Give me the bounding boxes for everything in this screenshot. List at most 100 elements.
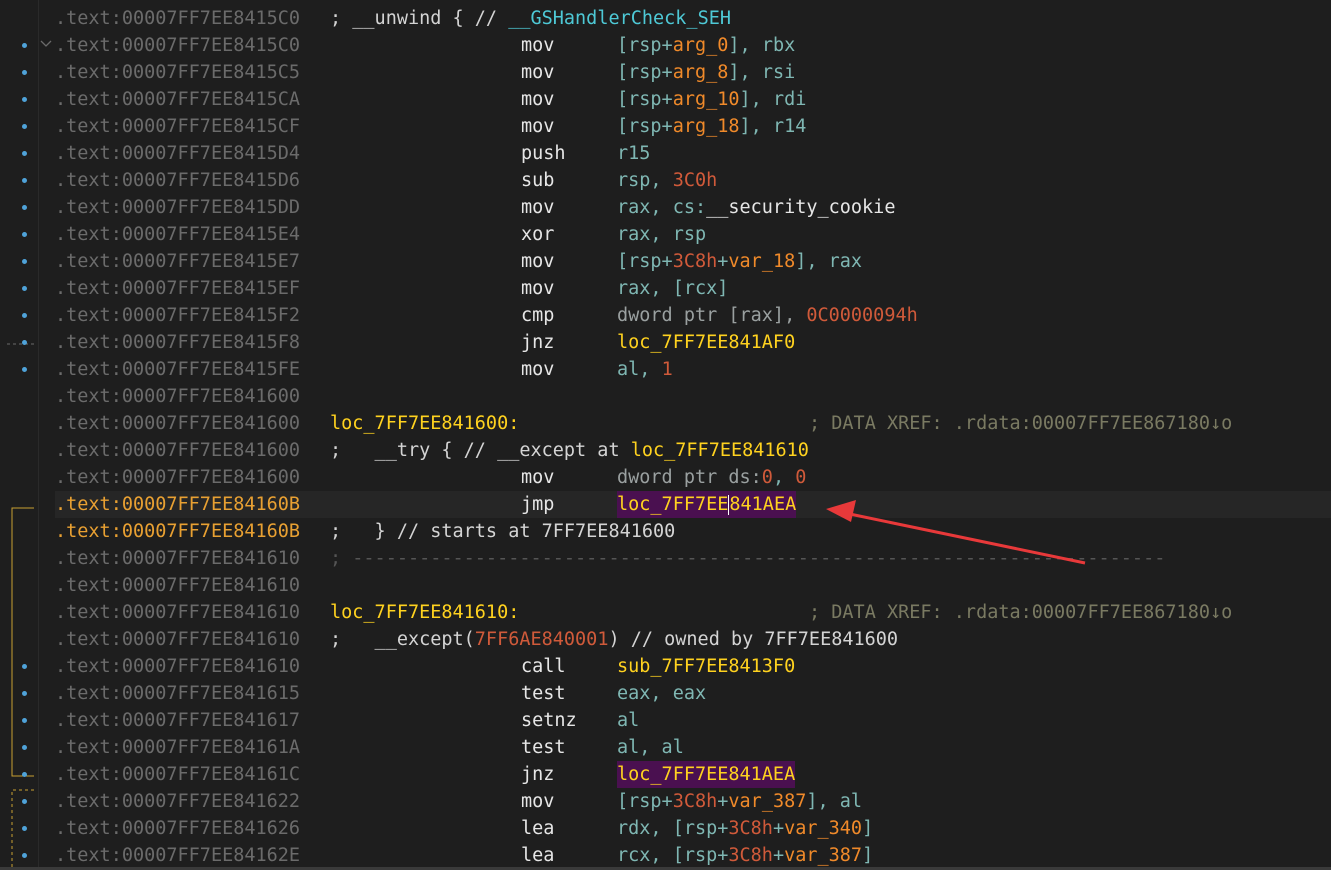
operands[interactable]: rdx, [rsp+3C8h+var_340] <box>617 815 873 842</box>
breakpoint-dot-icon[interactable] <box>22 367 27 372</box>
breakpoint-dot-icon[interactable] <box>22 124 27 129</box>
instruction-address[interactable]: 00007FF7EE84160B <box>122 518 300 545</box>
instruction-address[interactable]: 00007FF7EE8415CA <box>122 86 300 113</box>
listing-line[interactable]: .text:00007FF7EE841610 ; ----------------… <box>55 545 1331 572</box>
listing-line[interactable]: .text:00007FF7EE8415C0 mov [rsp+arg_0], rb… <box>55 32 1331 59</box>
listing-line[interactable]: .text:00007FF7EE8415C5 mov [rsp+arg_8], rs… <box>55 59 1331 86</box>
listing-line[interactable]: .text:00007FF7EE8415D4 push r15 <box>55 140 1331 167</box>
operands[interactable]: rax, cs:__security_cookie <box>617 194 895 221</box>
instruction-address[interactable]: 00007FF7EE841600 <box>122 383 300 410</box>
mnemonic[interactable]: mov <box>521 356 554 383</box>
listing-line[interactable]: .text:00007FF7EE8415C0 ; __unwind { // __… <box>55 5 1331 32</box>
operand-token[interactable]: loc_7FF7EE841AEA <box>617 491 797 518</box>
collapse-chevron-icon[interactable] <box>40 40 52 48</box>
instruction-address[interactable]: 00007FF7EE841600 <box>122 410 300 437</box>
instruction-address[interactable]: 00007FF7EE84160B <box>122 491 300 518</box>
operands[interactable]: rax, rsp <box>617 221 706 248</box>
listing-line[interactable]: .text:00007FF7EE84160B ; } // starts at 7… <box>55 518 1331 545</box>
listing-line[interactable]: .text:00007FF7EE84161A test al, al <box>55 734 1331 761</box>
mnemonic[interactable]: push <box>521 140 566 167</box>
operands[interactable]: rax, [rcx] <box>617 275 728 302</box>
listing-line[interactable]: .text:00007FF7EE8415F2 cmp dword ptr [rax]… <box>55 302 1331 329</box>
operands[interactable]: [rsp+arg_8], rsi <box>617 59 795 86</box>
listing-line[interactable]: .text:00007FF7EE841622 mov [rsp+3C8h+var_3… <box>55 788 1331 815</box>
xref-comment[interactable]: ; DATA XREF: .rdata:00007FF7EE867180↓o <box>809 410 1232 437</box>
operand-token[interactable]: loc_7FF7EE841AEA <box>617 761 796 788</box>
breakpoint-dot-icon[interactable] <box>22 772 27 777</box>
mnemonic[interactable]: mov <box>521 86 554 113</box>
mnemonic[interactable]: call <box>521 653 566 680</box>
instruction-address[interactable]: 00007FF7EE84161A <box>122 734 300 761</box>
instruction-address[interactable]: 00007FF7EE8415F2 <box>122 302 300 329</box>
breakpoint-dot-icon[interactable] <box>22 259 27 264</box>
breakpoint-dot-icon[interactable] <box>22 853 27 858</box>
xref-comment[interactable]: ; DATA XREF: .rdata:00007FF7EE867180↓o <box>809 599 1232 626</box>
operands[interactable]: eax, eax <box>617 680 706 707</box>
operands[interactable]: rsp, 3C0h <box>617 167 717 194</box>
listing-line[interactable]: .text:00007FF7EE8415FE mov al, 1 <box>55 356 1331 383</box>
listing-line[interactable]: .text:00007FF7EE841617 setnz al <box>55 707 1331 734</box>
code-label[interactable]: loc_7FF7EE841610: <box>330 599 519 626</box>
disassembly-listing[interactable]: .text:00007FF7EE8415C0; __unwind { // __… <box>55 5 1331 869</box>
instruction-address[interactable]: 00007FF7EE8415E7 <box>122 248 300 275</box>
operands[interactable]: dword ptr ds:0, 0 <box>617 464 806 491</box>
instruction-address[interactable]: 00007FF7EE841600 <box>122 437 300 464</box>
instruction-address[interactable]: 00007FF7EE8415C0 <box>122 32 300 59</box>
instruction-address[interactable]: 00007FF7EE841610 <box>122 626 300 653</box>
instruction-address[interactable]: 00007FF7EE8415F8 <box>122 329 300 356</box>
listing-line[interactable]: .text:00007FF7EE841610 loc_7FF7EE841610:;… <box>55 599 1331 626</box>
breakpoint-dot-icon[interactable] <box>22 745 27 750</box>
except-target-label[interactable]: loc_7FF7EE841610 <box>631 437 809 464</box>
operands[interactable]: [rsp+arg_0], rbx <box>617 32 795 59</box>
breakpoint-dot-icon[interactable] <box>22 313 27 318</box>
breakpoint-dot-icon[interactable] <box>22 70 27 75</box>
operands[interactable]: [rsp+arg_18], r14 <box>617 113 806 140</box>
operands[interactable]: loc_7FF7EE841AEA <box>617 491 797 518</box>
listing-line[interactable]: .text:00007FF7EE8415E4 xor rax, rsp <box>55 221 1331 248</box>
breakpoint-dot-icon[interactable] <box>22 97 27 102</box>
mnemonic[interactable]: xor <box>521 221 554 248</box>
breakpoint-dot-icon[interactable] <box>22 286 27 291</box>
listing-line[interactable]: .text:00007FF7EE8415CA mov [rsp+arg_10], r… <box>55 86 1331 113</box>
mnemonic[interactable]: mov <box>521 113 554 140</box>
operand-token[interactable]: sub_7FF7EE8413F0 <box>617 653 795 680</box>
listing-line[interactable]: .text:00007FF7EE841615 test eax, eax <box>55 680 1331 707</box>
listing-line[interactable]: .text:00007FF7EE8415D6 sub rsp, 3C0h <box>55 167 1331 194</box>
code-label[interactable]: loc_7FF7EE841600: <box>330 410 519 437</box>
breakpoint-dot-icon[interactable] <box>22 232 27 237</box>
listing-line[interactable]: .text:00007FF7EE8415E7 mov [rsp+3C8h+var_1… <box>55 248 1331 275</box>
listing-line[interactable]: .text:00007FF7EE8415CF mov [rsp+arg_18], r… <box>55 113 1331 140</box>
instruction-address[interactable]: 00007FF7EE8415C0 <box>122 5 300 32</box>
operands[interactable]: sub_7FF7EE8413F0 <box>617 653 795 680</box>
operand-token[interactable]: loc_7FF7EE841AF0 <box>617 329 795 356</box>
listing-line[interactable]: .text:00007FF7EE8415EF mov rax, [rcx] <box>55 275 1331 302</box>
handler-name[interactable]: __GSHandlerCheck_SEH <box>508 5 731 32</box>
mnemonic[interactable]: lea <box>521 815 554 842</box>
operands[interactable]: al <box>617 707 639 734</box>
mnemonic[interactable]: cmp <box>521 302 554 329</box>
listing-line[interactable]: .text:00007FF7EE841600 mov dword ptr ds:0,… <box>55 464 1331 491</box>
mnemonic[interactable]: test <box>521 680 566 707</box>
instruction-address[interactable]: 00007FF7EE841600 <box>122 464 300 491</box>
listing-line[interactable]: .text:00007FF7EE8415F8 jnz loc_7FF7EE841AF… <box>55 329 1331 356</box>
listing-line[interactable]: .text:00007FF7EE841600 loc_7FF7EE841600:;… <box>55 410 1331 437</box>
instruction-address[interactable]: 00007FF7EE841610 <box>122 599 300 626</box>
instruction-address[interactable]: 00007FF7EE84161C <box>122 761 300 788</box>
operands[interactable]: [rsp+3C8h+var_18], rax <box>617 248 862 275</box>
instruction-address[interactable]: 00007FF7EE84162E <box>122 842 300 869</box>
listing-line[interactable]: .text:00007FF7EE8415DD mov rax, cs:__secur… <box>55 194 1331 221</box>
breakpoint-dot-icon[interactable] <box>22 340 27 345</box>
instruction-address[interactable]: 00007FF7EE8415CF <box>122 113 300 140</box>
breakpoint-dot-icon[interactable] <box>22 178 27 183</box>
breakpoint-dot-icon[interactable] <box>22 691 27 696</box>
breakpoint-dot-icon[interactable] <box>22 664 27 669</box>
instruction-address[interactable]: 00007FF7EE8415D4 <box>122 140 300 167</box>
mnemonic[interactable]: lea <box>521 842 554 869</box>
mnemonic[interactable]: mov <box>521 32 554 59</box>
mnemonic[interactable]: mov <box>521 464 554 491</box>
instruction-address[interactable]: 00007FF7EE841622 <box>122 788 300 815</box>
operands[interactable]: al, 1 <box>617 356 673 383</box>
flow-gutter[interactable] <box>0 0 52 870</box>
breakpoint-dot-icon[interactable] <box>22 718 27 723</box>
listing-line[interactable]: .text:00007FF7EE841600 ; __try { // __exc… <box>55 437 1331 464</box>
